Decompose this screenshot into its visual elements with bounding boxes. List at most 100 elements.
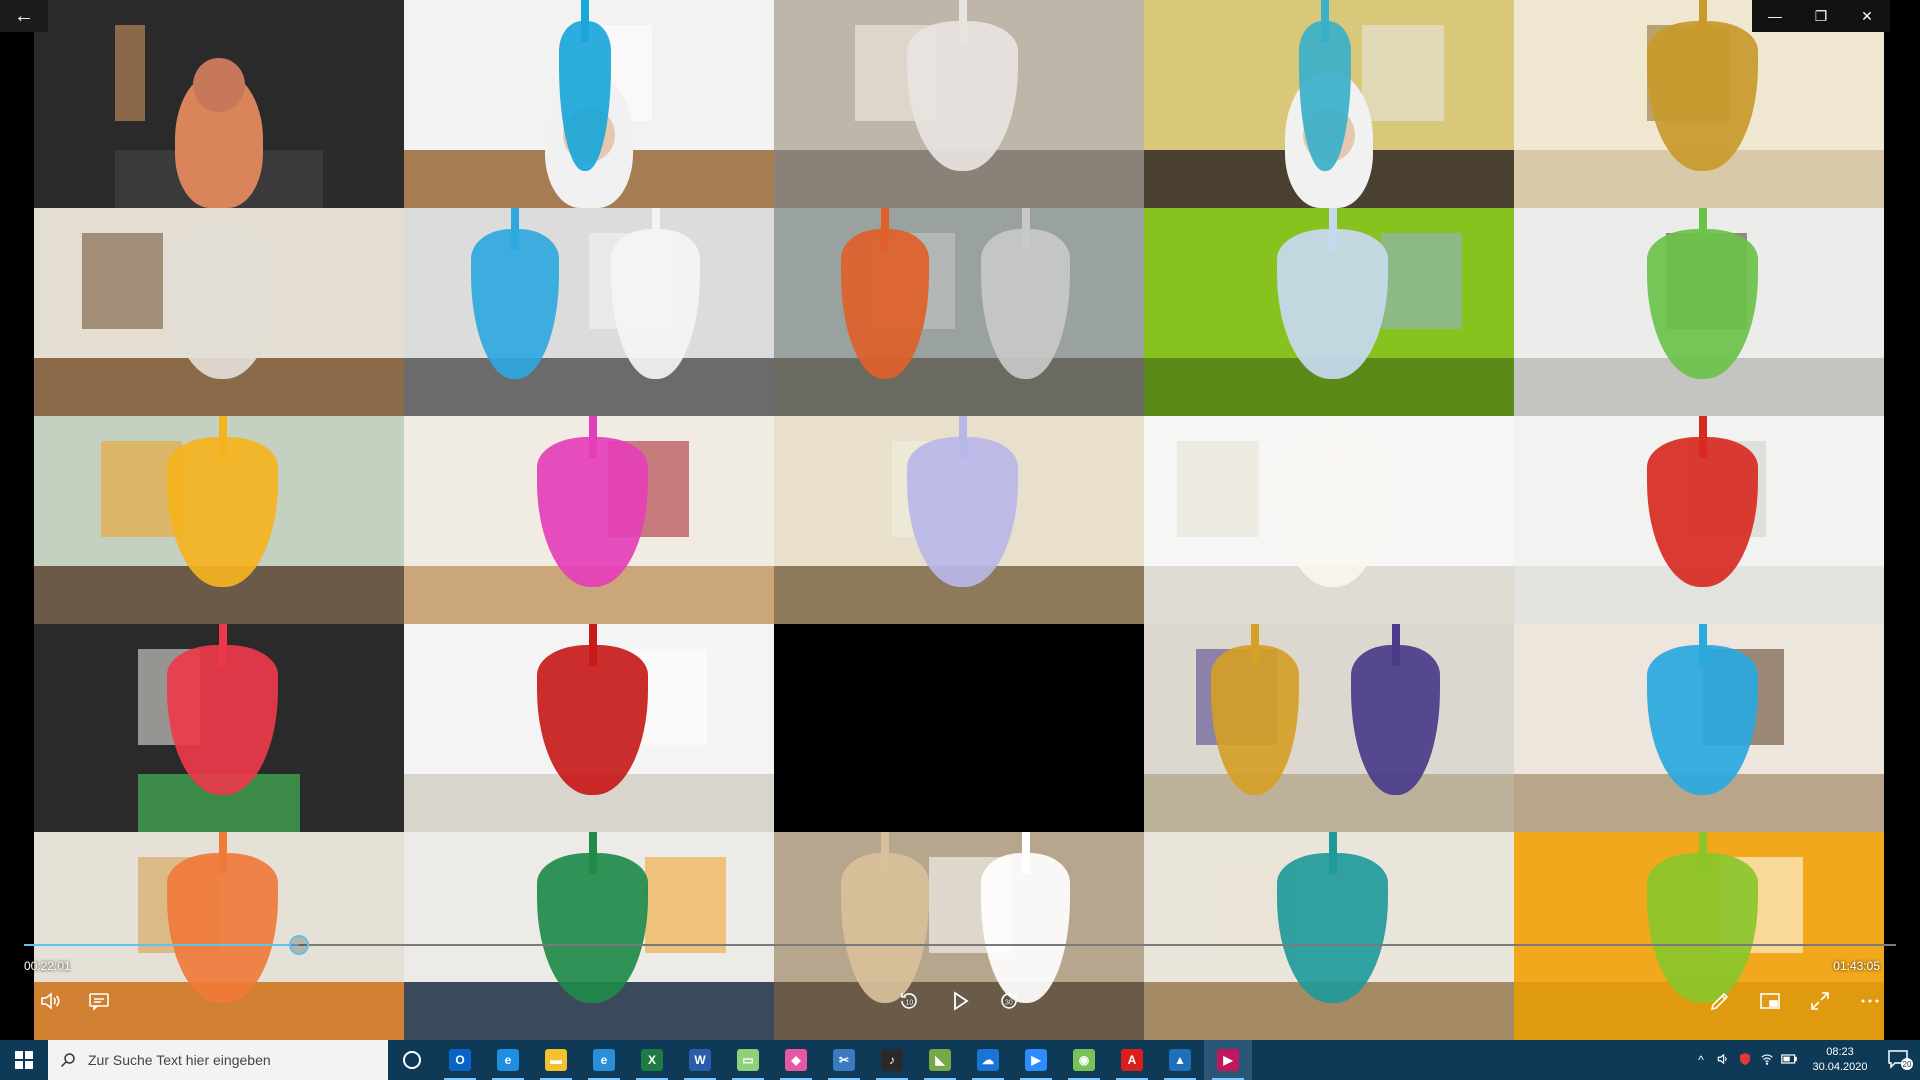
tile-window-light (644, 856, 726, 953)
start-button[interactable] (0, 1040, 48, 1080)
more-icon (1861, 999, 1879, 1003)
more-button[interactable] (1852, 985, 1888, 1017)
taskbar-app-snipping[interactable]: ✂ (820, 1040, 868, 1080)
taskbar-app-movies-tv[interactable]: ▶ (1204, 1040, 1252, 1080)
taskbar-search[interactable] (48, 1040, 388, 1080)
fullscreen-button[interactable] (1802, 985, 1838, 1017)
letterbox-bar (300, 624, 404, 832)
participant-video-tile (1514, 208, 1884, 416)
taskbar-app-paint-3d[interactable]: ◆ (772, 1040, 820, 1080)
battery-icon[interactable] (1778, 1052, 1800, 1069)
aerial-silk-hammock (1277, 436, 1389, 587)
participant-video-tile (774, 0, 1144, 208)
volume-button[interactable] (32, 985, 68, 1017)
taskbar-app-onedrive[interactable]: ☁ (964, 1040, 1012, 1080)
participant-video-tile (34, 208, 404, 416)
wifi-icon[interactable] (1756, 1052, 1778, 1069)
clock-date: 30.04.2020 (1812, 1061, 1868, 1073)
taskbar-app-maps[interactable]: ◣ (916, 1040, 964, 1080)
rewind-10-button[interactable]: 10 (891, 985, 927, 1017)
clock[interactable]: 08:23 30.04.2020 (1800, 1045, 1880, 1075)
tile-window-light (1177, 440, 1259, 537)
system-tray: ^ 08:23 30.04.2020 20 (1690, 1040, 1920, 1080)
aerial-silk-hammock (1351, 644, 1440, 795)
edge-icon: e (593, 1049, 615, 1071)
seek-progress (24, 944, 300, 946)
back-button[interactable]: ← (0, 0, 48, 32)
participant-video-tile (34, 0, 404, 208)
taskbar: Oe ▬ e X W ▭ ◆ ✂ ♪ ◣ ☁ ▶ ◉ A ▲ ▶ ^ 08:23 30.04.2020 20 (0, 1040, 1920, 1080)
file-explorer-icon: ▬ (545, 1049, 567, 1071)
taskbar-app-word[interactable]: W (676, 1040, 724, 1080)
letterbox-bar (34, 624, 138, 832)
taskbar-app-chart-app[interactable]: ♪ (868, 1040, 916, 1080)
video-grid (34, 0, 1884, 1040)
captions-icon (89, 993, 109, 1011)
forward-30-icon: 30 (1001, 993, 1017, 1009)
seek-bar[interactable] (24, 935, 1896, 955)
word-icon: W (689, 1049, 711, 1071)
movies-tv-icon: ▶ (1217, 1049, 1239, 1071)
maximize-button[interactable]: ❐ (1798, 0, 1844, 32)
close-button[interactable]: ✕ (1844, 0, 1890, 32)
antivirus-icon[interactable] (1734, 1052, 1756, 1069)
svg-text:30: 30 (1005, 1000, 1013, 1007)
aerial-silk-hammock (167, 644, 279, 795)
current-time: 00:22:01 (24, 959, 71, 973)
taskbar-app-notes[interactable]: ▭ (724, 1040, 772, 1080)
participant-video-tile (404, 832, 774, 1040)
taskbar-app-task-view[interactable] (388, 1040, 436, 1080)
tile-window-light (1380, 232, 1463, 329)
taskbar-app-file-explorer[interactable]: ▬ (532, 1040, 580, 1080)
mini-view-icon (1760, 993, 1780, 1009)
participant-video-tile (1144, 0, 1514, 208)
aerial-silk-hammock (1210, 644, 1300, 795)
taskbar-app-outlook[interactable]: O (436, 1040, 484, 1080)
edit-button[interactable] (1702, 985, 1738, 1017)
aerial-silk-hammock (537, 644, 649, 795)
mini-view-button[interactable] (1752, 985, 1788, 1017)
captions-button[interactable] (81, 985, 117, 1017)
pencil-icon (1710, 992, 1729, 1011)
taskbar-apps: Oe ▬ e X W ▭ ◆ ✂ ♪ ◣ ☁ ▶ ◉ A ▲ ▶ (388, 1040, 1252, 1080)
aerial-silk-hammock (537, 852, 649, 1003)
search-input[interactable] (86, 1051, 370, 1069)
forward-30-button[interactable]: 30 (991, 985, 1027, 1017)
participant-video-tile (1144, 624, 1514, 832)
aerial-silk-hammock (981, 228, 1070, 379)
minimize-button[interactable]: — (1752, 0, 1798, 32)
excel-icon: X (641, 1049, 663, 1071)
aerial-silk-hammock (611, 228, 700, 379)
taskbar-app-excel[interactable]: X (628, 1040, 676, 1080)
participant-video-tile (774, 624, 1144, 832)
participant-video-tile (774, 416, 1144, 624)
play-button[interactable] (942, 985, 978, 1017)
paint-3d-icon: ◆ (785, 1049, 807, 1071)
notes-icon: ▭ (737, 1049, 759, 1071)
notification-center-button[interactable]: 20 (1880, 1049, 1920, 1071)
tray-chevron-icon[interactable]: ^ (1690, 1053, 1712, 1067)
back-arrow-icon: ← (14, 4, 34, 27)
speaker-icon[interactable] (1712, 1052, 1734, 1069)
participant-video-tile (404, 0, 774, 208)
participant-video-tile (1144, 832, 1514, 1040)
task-view-icon (403, 1051, 421, 1069)
participant-video-tile (34, 416, 404, 624)
taskbar-app-acrobat[interactable]: A (1108, 1040, 1156, 1080)
android-icon: ◉ (1073, 1049, 1095, 1071)
play-icon (954, 991, 969, 1011)
taskbar-app-edge[interactable]: e (580, 1040, 628, 1080)
taskbar-app-android[interactable]: ◉ (1060, 1040, 1108, 1080)
aerial-silk-hammock (1277, 228, 1389, 379)
clock-time: 08:23 (1826, 1046, 1854, 1058)
svg-text:20: 20 (1903, 1060, 1912, 1069)
taskbar-app-internet-explorer[interactable]: e (484, 1040, 532, 1080)
aerial-silk-hammock (1647, 436, 1759, 587)
tile-window-light (1362, 24, 1444, 121)
taskbar-app-zoom[interactable]: ▶ (1012, 1040, 1060, 1080)
windows-logo-icon (15, 1051, 33, 1069)
rewind-10-icon: 10 (901, 993, 917, 1009)
taskbar-app-photos[interactable]: ▲ (1156, 1040, 1204, 1080)
aerial-silk-hammock (470, 228, 560, 379)
participant-video-tile (404, 624, 774, 832)
